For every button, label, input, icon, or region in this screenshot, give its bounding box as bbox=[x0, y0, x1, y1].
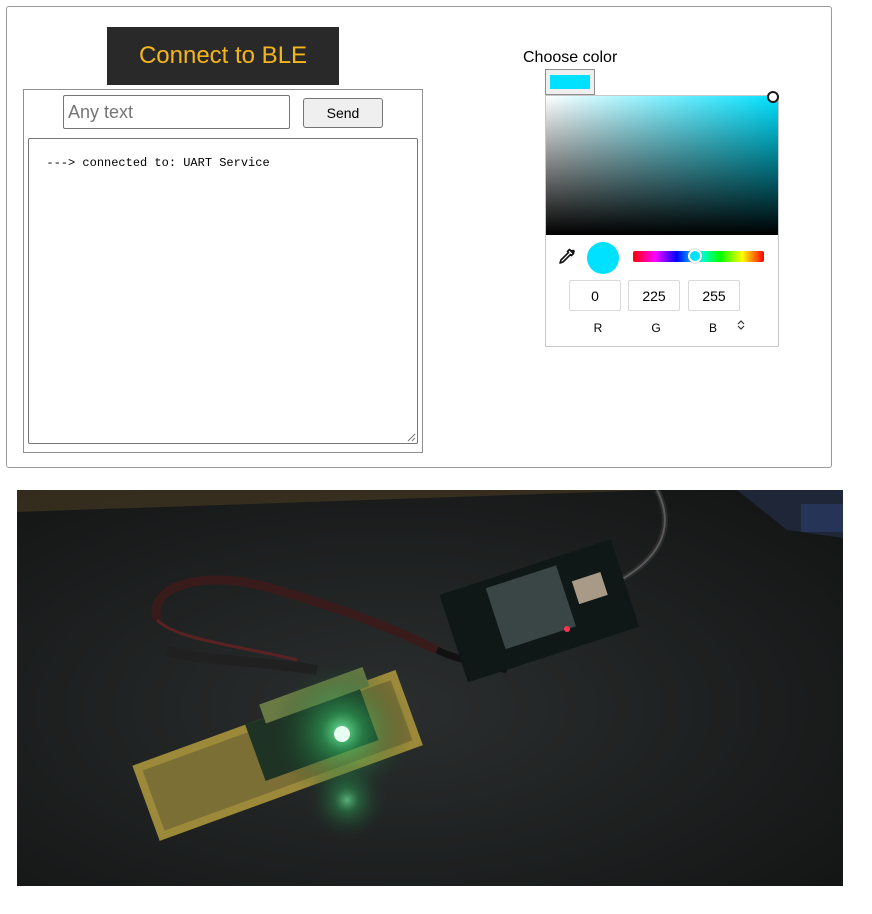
device-photo bbox=[17, 490, 843, 886]
color-picker-popup: 0 225 255 R G B bbox=[545, 91, 779, 347]
blue-label: B bbox=[708, 321, 717, 335]
log-textarea[interactable]: ---> connected to: UART Service bbox=[28, 138, 418, 444]
color-swatch bbox=[550, 75, 590, 89]
up-down-chevron-icon[interactable] bbox=[737, 320, 745, 330]
red-label: R bbox=[593, 321, 603, 335]
resize-grip-icon[interactable] bbox=[407, 433, 416, 442]
color-preview-circle bbox=[587, 242, 619, 274]
hue-slider-handle[interactable] bbox=[688, 249, 702, 263]
connect-ble-button[interactable]: Connect to BLE bbox=[107, 27, 339, 85]
green-label: G bbox=[651, 321, 661, 335]
eyedropper-icon[interactable] bbox=[557, 248, 575, 266]
message-input[interactable] bbox=[63, 95, 290, 129]
log-text: ---> connected to: UART Service bbox=[46, 156, 270, 170]
color-input-button[interactable] bbox=[545, 69, 595, 95]
choose-color-label: Choose color bbox=[523, 49, 618, 66]
red-value-input[interactable]: 0 bbox=[569, 280, 621, 311]
send-button[interactable]: Send bbox=[303, 98, 383, 128]
blue-value-input[interactable]: 255 bbox=[688, 280, 740, 311]
saturation-handle[interactable] bbox=[767, 91, 779, 103]
saturation-area[interactable] bbox=[546, 96, 778, 235]
green-value-input[interactable]: 225 bbox=[628, 280, 680, 311]
